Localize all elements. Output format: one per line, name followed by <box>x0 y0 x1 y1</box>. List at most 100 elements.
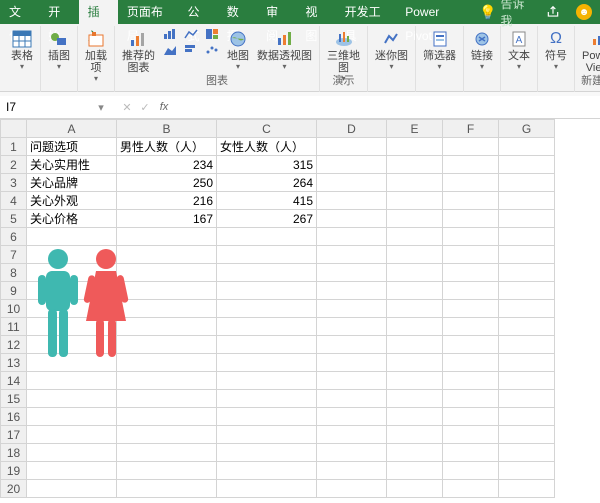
cell-E20[interactable] <box>387 480 443 498</box>
column-chart-icon[interactable] <box>181 42 201 57</box>
cell-C20[interactable] <box>217 480 317 498</box>
cell-B18[interactable] <box>117 444 217 462</box>
cell-E9[interactable] <box>387 282 443 300</box>
name-box[interactable] <box>0 97 90 117</box>
row-header-16[interactable]: 16 <box>1 408 27 426</box>
cell-D19[interactable] <box>317 462 387 480</box>
row-header-15[interactable]: 15 <box>1 390 27 408</box>
cell-D5[interactable] <box>317 210 387 228</box>
cell-E10[interactable] <box>387 300 443 318</box>
link-button[interactable]: 链接▾ <box>468 26 496 73</box>
cell-G8[interactable] <box>499 264 555 282</box>
cell-E11[interactable] <box>387 318 443 336</box>
cell-F10[interactable] <box>443 300 499 318</box>
cell-G5[interactable] <box>499 210 555 228</box>
cell-G1[interactable] <box>499 138 555 156</box>
cell-D10[interactable] <box>317 300 387 318</box>
cell-B12[interactable] <box>117 336 217 354</box>
cell-D13[interactable] <box>317 354 387 372</box>
row-header-19[interactable]: 19 <box>1 462 27 480</box>
cell-G3[interactable] <box>499 174 555 192</box>
cell-B2[interactable]: 234 <box>117 156 217 174</box>
cell-C19[interactable] <box>217 462 317 480</box>
cell-C6[interactable] <box>217 228 317 246</box>
col-header-A[interactable]: A <box>27 120 117 138</box>
cell-E19[interactable] <box>387 462 443 480</box>
cell-G7[interactable] <box>499 246 555 264</box>
cell-A20[interactable] <box>27 480 117 498</box>
cell-C7[interactable] <box>217 246 317 264</box>
cell-G10[interactable] <box>499 300 555 318</box>
cell-B9[interactable] <box>117 282 217 300</box>
cell-E5[interactable] <box>387 210 443 228</box>
menu-data[interactable]: 数据 <box>218 0 257 24</box>
cell-D15[interactable] <box>317 390 387 408</box>
row-header-2[interactable]: 2 <box>1 156 27 174</box>
cell-F11[interactable] <box>443 318 499 336</box>
people-shapes[interactable] <box>36 247 131 362</box>
cell-C3[interactable]: 264 <box>217 174 317 192</box>
cell-B19[interactable] <box>117 462 217 480</box>
cell-D7[interactable] <box>317 246 387 264</box>
menu-insert[interactable]: 插入 <box>79 0 118 24</box>
cell-D18[interactable] <box>317 444 387 462</box>
pivot-chart-button[interactable]: 数据透视图▾ <box>254 26 315 73</box>
cell-G11[interactable] <box>499 318 555 336</box>
cell-F12[interactable] <box>443 336 499 354</box>
menu-formulas[interactable]: 公式 <box>178 0 217 24</box>
cell-B3[interactable]: 250 <box>117 174 217 192</box>
scatter-chart-icon[interactable] <box>202 42 222 57</box>
menu-powerpivot[interactable]: Power Pivot <box>396 0 471 24</box>
cell-F2[interactable] <box>443 156 499 174</box>
cell-G17[interactable] <box>499 426 555 444</box>
treemap-icon[interactable] <box>202 26 222 41</box>
cell-C12[interactable] <box>217 336 317 354</box>
cell-C18[interactable] <box>217 444 317 462</box>
cell-G20[interactable] <box>499 480 555 498</box>
cell-A6[interactable] <box>27 228 117 246</box>
cell-F16[interactable] <box>443 408 499 426</box>
cell-E1[interactable] <box>387 138 443 156</box>
illustrations-button[interactable]: 插图▾ <box>45 26 73 73</box>
cell-D6[interactable] <box>317 228 387 246</box>
cancel-icon[interactable]: ✕ <box>118 101 136 114</box>
cell-F4[interactable] <box>443 192 499 210</box>
cell-B20[interactable] <box>117 480 217 498</box>
cell-B17[interactable] <box>117 426 217 444</box>
row-header-4[interactable]: 4 <box>1 192 27 210</box>
cell-E16[interactable] <box>387 408 443 426</box>
cell-C13[interactable] <box>217 354 317 372</box>
formula-input[interactable] <box>174 100 600 114</box>
cell-A18[interactable] <box>27 444 117 462</box>
cell-E8[interactable] <box>387 264 443 282</box>
cell-B13[interactable] <box>117 354 217 372</box>
cell-E7[interactable] <box>387 246 443 264</box>
cell-C8[interactable] <box>217 264 317 282</box>
cell-D1[interactable] <box>317 138 387 156</box>
fx-icon[interactable]: fx <box>154 101 174 113</box>
col-header-G[interactable]: G <box>499 120 555 138</box>
cell-B15[interactable] <box>117 390 217 408</box>
cell-G9[interactable] <box>499 282 555 300</box>
cell-F8[interactable] <box>443 264 499 282</box>
cell-C9[interactable] <box>217 282 317 300</box>
cell-B11[interactable] <box>117 318 217 336</box>
tell-me[interactable]: 💡 告诉我 <box>471 0 538 24</box>
cell-G6[interactable] <box>499 228 555 246</box>
cell-E4[interactable] <box>387 192 443 210</box>
cell-F18[interactable] <box>443 444 499 462</box>
cell-A15[interactable] <box>27 390 117 408</box>
cell-A4[interactable]: 关心外观 <box>27 192 117 210</box>
row-header-5[interactable]: 5 <box>1 210 27 228</box>
row-header-13[interactable]: 13 <box>1 354 27 372</box>
cell-A3[interactable]: 关心品牌 <box>27 174 117 192</box>
cell-G16[interactable] <box>499 408 555 426</box>
enter-icon[interactable]: ✓ <box>136 101 154 114</box>
cell-B10[interactable] <box>117 300 217 318</box>
cell-D11[interactable] <box>317 318 387 336</box>
cell-B5[interactable]: 167 <box>117 210 217 228</box>
cell-E2[interactable] <box>387 156 443 174</box>
row-header-9[interactable]: 9 <box>1 282 27 300</box>
text-button[interactable]: A 文本▾ <box>505 26 533 73</box>
cell-F7[interactable] <box>443 246 499 264</box>
